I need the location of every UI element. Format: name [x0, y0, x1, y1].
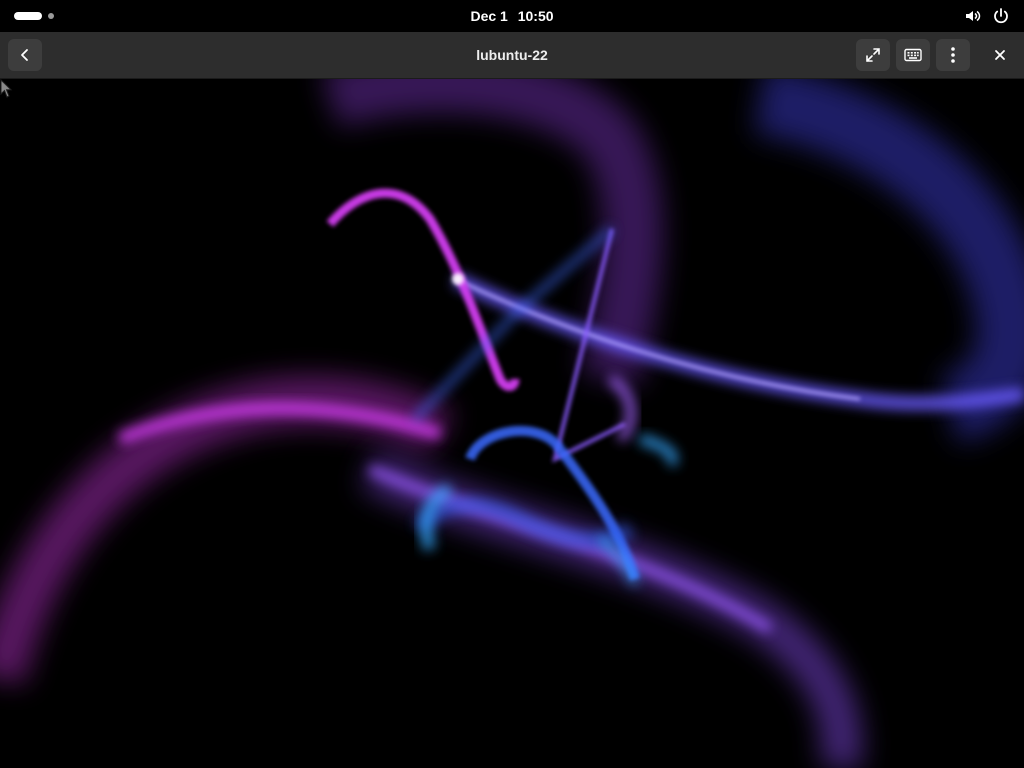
- fullscreen-icon: [866, 48, 880, 62]
- screensaver-artwork: [0, 79, 1024, 768]
- volume-icon[interactable]: [964, 7, 982, 25]
- remote-desktop-viewport[interactable]: [0, 79, 1024, 768]
- back-icon: [21, 49, 28, 61]
- system-top-bar: Dec 1 10:50: [0, 0, 1024, 32]
- menu-kebab-icon: [951, 47, 955, 63]
- close-button[interactable]: [984, 39, 1016, 71]
- menu-button[interactable]: [936, 39, 970, 71]
- keyboard-icon: [904, 48, 922, 62]
- clock[interactable]: Dec 1 10:50: [0, 0, 1024, 32]
- fullscreen-button[interactable]: [856, 39, 890, 71]
- keyboard-button[interactable]: [896, 39, 930, 71]
- close-icon: [995, 50, 1005, 60]
- app-header-bar: lubuntu-22: [0, 32, 1024, 79]
- system-tray[interactable]: [964, 7, 1010, 25]
- power-icon[interactable]: [992, 7, 1010, 25]
- mouse-cursor-icon: [0, 79, 13, 98]
- back-button[interactable]: [8, 39, 42, 71]
- clock-date: Dec 1: [470, 8, 508, 24]
- clock-time: 10:50: [517, 8, 554, 24]
